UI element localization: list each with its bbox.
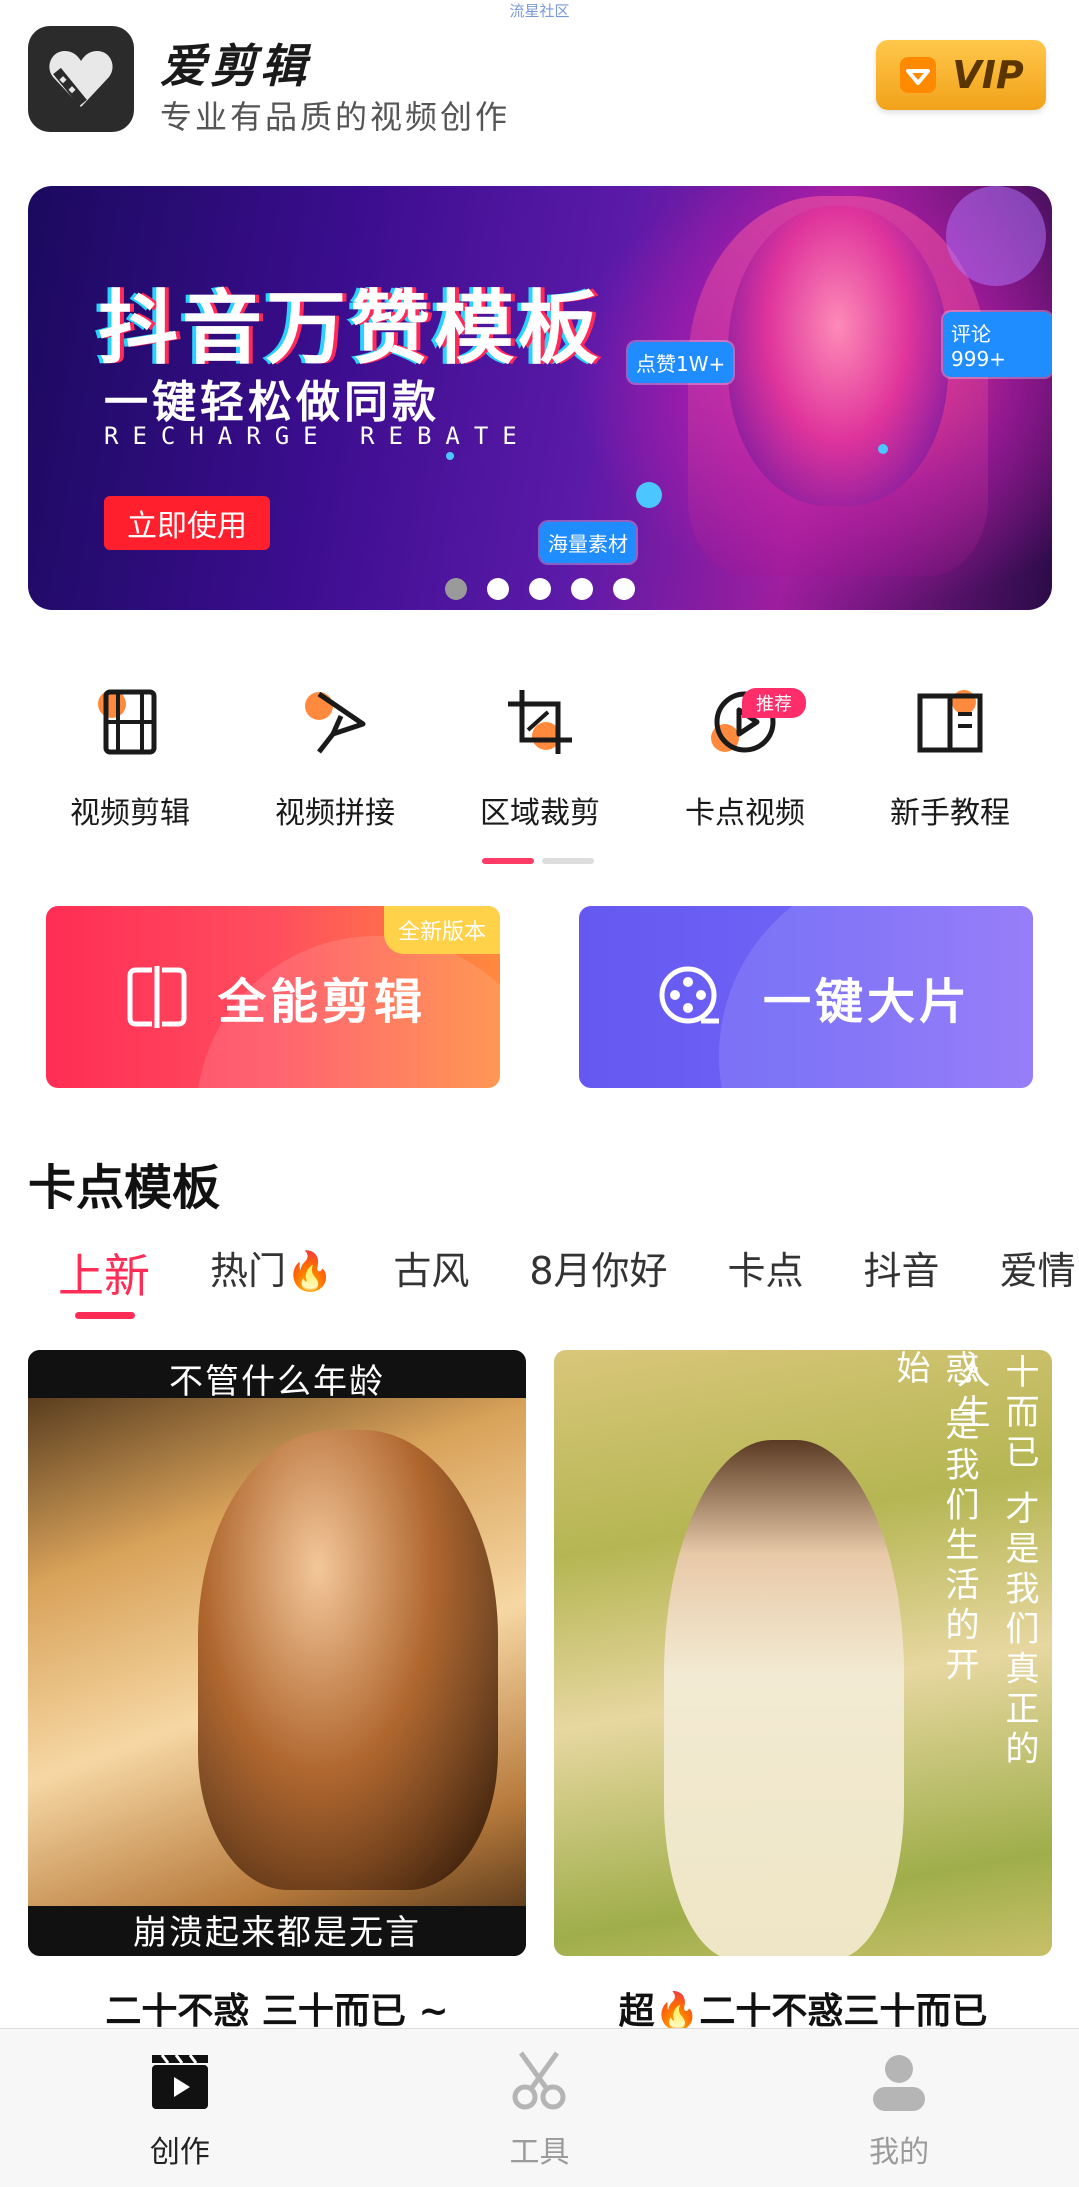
template-caption-bottom: 崩溃起来都是无言 <box>133 1913 421 1953</box>
crop-icon <box>508 690 572 754</box>
watermark-text: 流星社区 <box>509 2 570 20</box>
banner-english: RECHARGE REBATE <box>104 422 531 450</box>
tab-new[interactable]: 上新 <box>58 1240 150 1306</box>
film-reel-icon <box>659 966 719 1024</box>
banner-subtitle: 一键轻松做同款 <box>104 377 440 428</box>
film-strip-icon <box>98 689 157 755</box>
nav-label: 我的 <box>869 2135 930 2170</box>
banner-bubble <box>878 444 888 454</box>
feature-video-edit[interactable]: 视频剪辑 <box>28 680 232 840</box>
template-tabs: 上新 热门🔥 古风 8月你好 卡点 抖音 爱情 <box>28 1240 1079 1306</box>
section-title: 卡点模板 <box>28 1160 221 1216</box>
template-card[interactable]: 十而已 才是我们真正的人生 惑 是我们生活的开始 <box>554 1350 1052 1956</box>
banner-dot[interactable] <box>487 578 509 600</box>
app-logo <box>28 26 134 132</box>
tab-beat[interactable]: 卡点 <box>728 1240 804 1306</box>
heart-film-logo-icon <box>49 51 113 107</box>
banner-dot[interactable] <box>613 578 635 600</box>
banner-bubble <box>446 452 454 460</box>
all-edit-label: 全能剪辑 <box>218 974 427 1030</box>
app-slogan: 专业有品质的视频创作 <box>160 98 511 136</box>
feature-label: 区域裁剪 <box>480 796 600 831</box>
template-card[interactable]: 不管什么年龄 崩溃起来都是无言 <box>28 1350 526 1956</box>
nav-create[interactable]: 创作 <box>80 2029 280 2187</box>
page-indicator-segment <box>482 858 534 864</box>
nav-label: 工具 <box>509 2135 570 2170</box>
tab-hot[interactable]: 热门🔥 <box>210 1240 333 1306</box>
banner-bubble <box>946 186 1046 286</box>
diamond-icon <box>900 57 937 93</box>
recommend-badge: 推荐 <box>742 688 806 718</box>
vip-button[interactable]: VIP <box>876 40 1046 110</box>
feature-video-splice[interactable]: 视频拼接 <box>233 680 437 840</box>
banner-dot[interactable] <box>445 578 467 600</box>
nav-me[interactable]: 我的 <box>799 2029 999 2187</box>
template-thumbnail <box>664 1440 904 1956</box>
banner-title: 抖音万赞模板 <box>98 282 602 375</box>
one-click-label: 一键大片 <box>763 974 972 1030</box>
clapper-play-icon <box>151 2054 208 2109</box>
feature-grid: 视频剪辑 视频拼接 区域裁剪 卡点视频 新手教程 <box>28 680 1052 840</box>
bottom-nav: 创作 工具 我的 <box>0 2028 1079 2187</box>
active-tab-indicator <box>75 1312 135 1319</box>
scissors-icon <box>512 2051 566 2110</box>
template-vertical-text: 惑 是我们生活的开始 <box>890 1350 979 1687</box>
feature-page-indicator <box>482 858 594 864</box>
nav-label: 创作 <box>149 2135 210 2170</box>
feature-area-crop[interactable]: 区域裁剪 <box>438 680 642 840</box>
page-indicator-segment <box>542 858 594 864</box>
template-title: 超🔥二十不惑三十而已 <box>618 1991 988 2032</box>
tab-douyin[interactable]: 抖音 <box>864 1240 940 1306</box>
nav-tools[interactable]: 工具 <box>439 2029 639 2187</box>
banner-tag-material: 海量素材 <box>540 522 636 563</box>
new-version-badge: 全新版本 <box>383 906 500 954</box>
tab-august[interactable]: 8月你好 <box>529 1240 667 1306</box>
one-click-movie-button[interactable]: 一键大片 <box>579 906 1033 1088</box>
app-name: 爱剪辑 <box>160 39 310 93</box>
feature-label: 卡点视频 <box>685 796 805 831</box>
feature-label: 新手教程 <box>890 796 1010 831</box>
banner-dot[interactable] <box>529 578 551 600</box>
user-icon <box>873 2055 926 2111</box>
promo-banner[interactable]: 抖音万赞模板 一键轻松做同款 RECHARGE REBATE 立即使用 点赞1W… <box>28 186 1052 610</box>
banner-dot[interactable] <box>571 578 593 600</box>
tab-love[interactable]: 爱情 <box>1000 1240 1076 1306</box>
feature-label: 视频拼接 <box>275 796 395 831</box>
banner-tag-comments: 评论999+ <box>943 312 1052 377</box>
tutorial-book-icon <box>917 690 983 753</box>
template-caption-top: 不管什么年龄 <box>169 1362 385 1402</box>
template-title: 二十不惑 三十而已 ~ <box>105 1991 449 2032</box>
feature-tutorial[interactable]: 新手教程 <box>848 680 1052 840</box>
banner-portrait <box>728 206 948 506</box>
edit-brackets-icon <box>127 966 187 1028</box>
banner-pagination <box>28 578 1052 600</box>
feature-label: 视频剪辑 <box>70 796 190 831</box>
splice-icon <box>305 691 366 754</box>
tab-ancient[interactable]: 古风 <box>393 1240 469 1306</box>
all-edit-button[interactable]: 全能剪辑 全新版本 <box>46 906 500 1088</box>
banner-cta-button[interactable]: 立即使用 <box>104 496 270 550</box>
banner-tag-likes: 点赞1W+ <box>628 342 734 383</box>
template-thumbnail <box>198 1430 498 1890</box>
vip-label: VIP <box>952 53 1024 97</box>
banner-bubble <box>636 482 662 508</box>
